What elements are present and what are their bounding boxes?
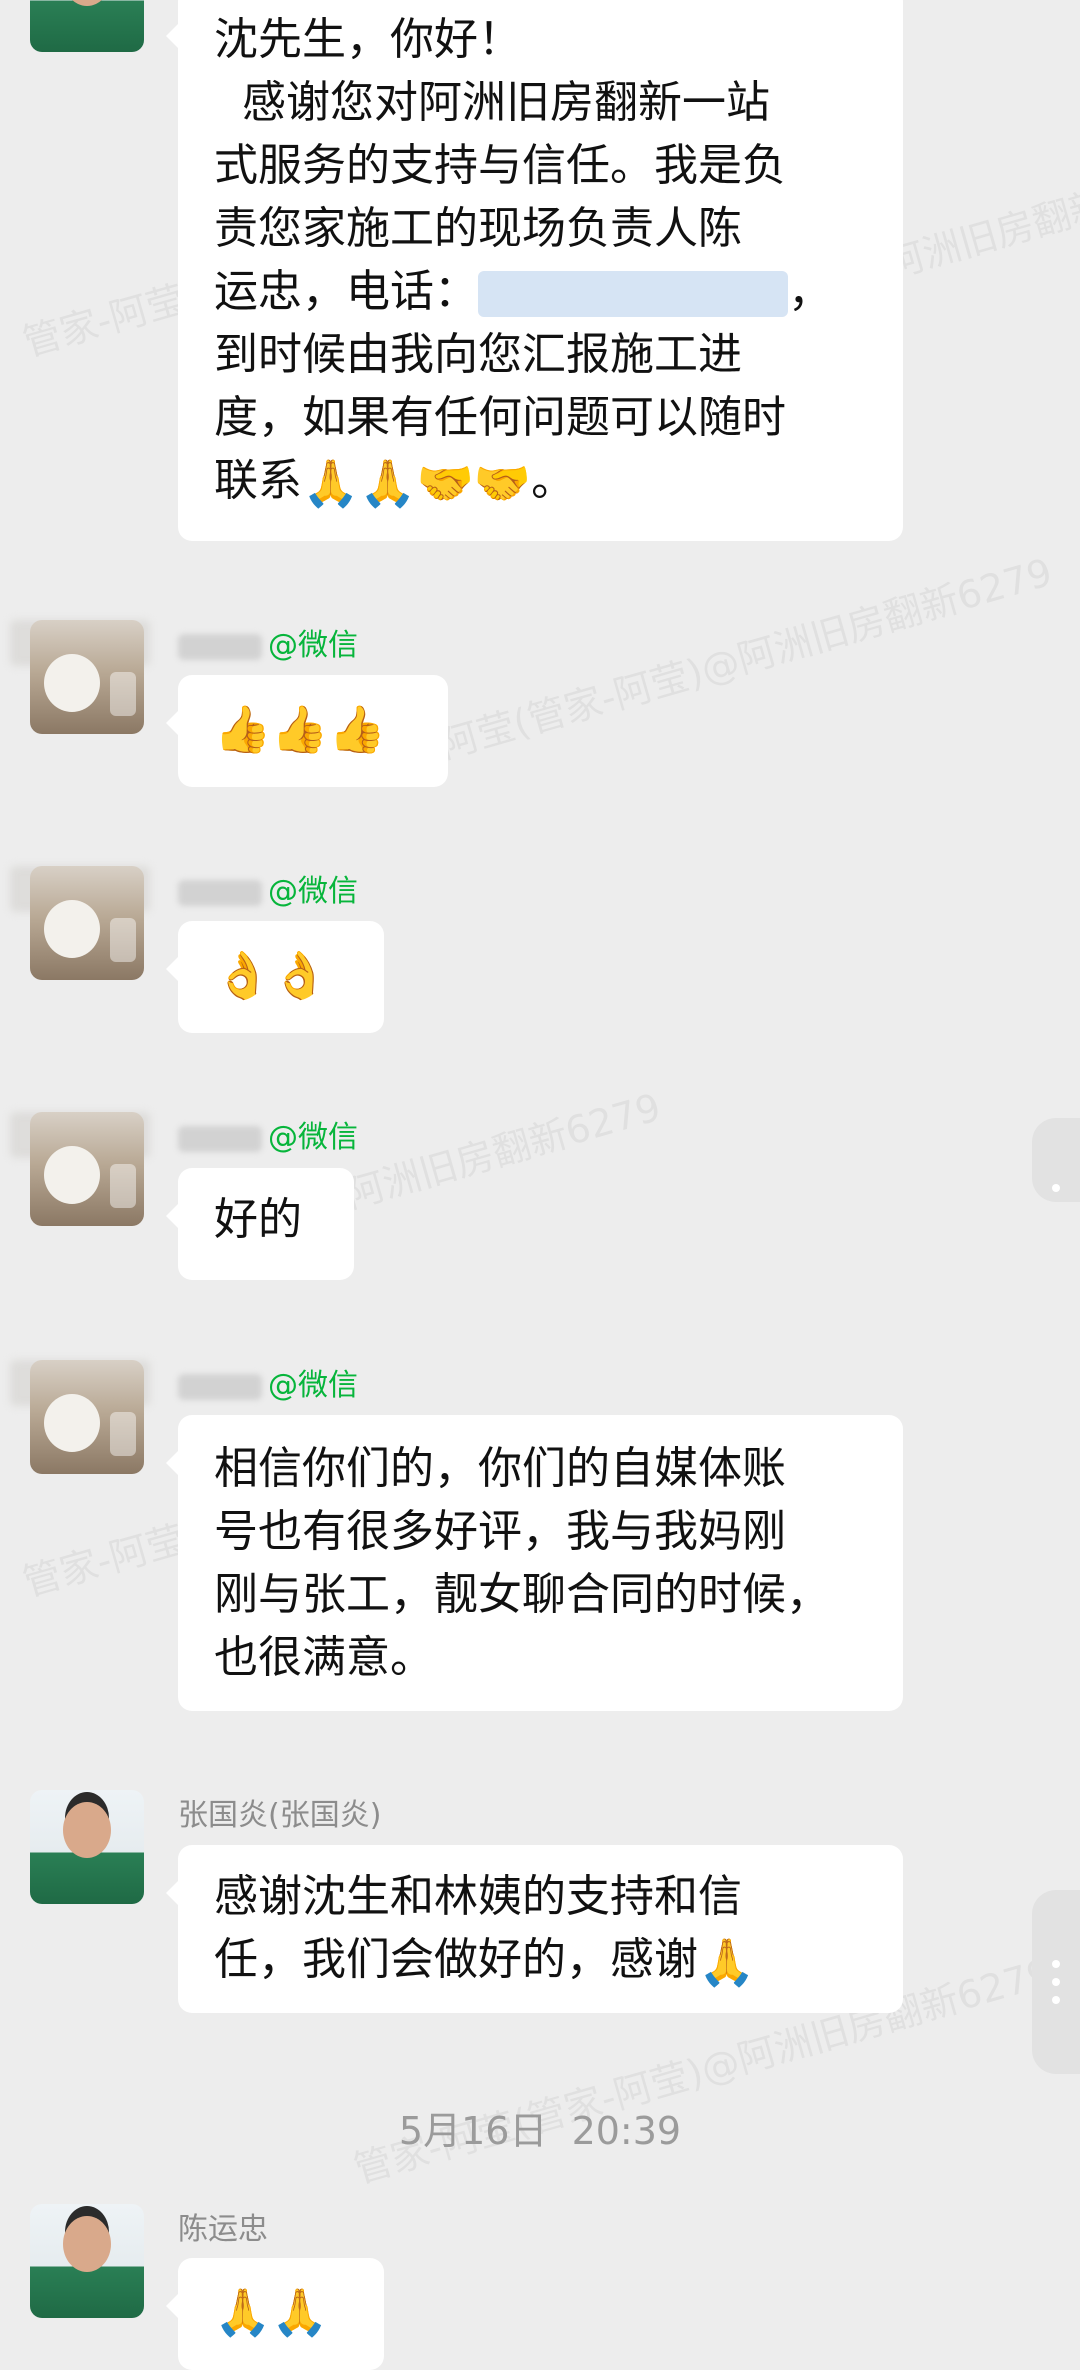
sender-suffix: @微信	[268, 874, 358, 909]
pray-icon: 🙏	[302, 456, 360, 510]
avatar[interactable]	[30, 620, 144, 734]
message-line: 号也有很多好评，我与我妈刚	[214, 1506, 786, 1557]
ok-hand-icon: 👌	[214, 948, 272, 1002]
sender-suffix: @微信	[268, 628, 358, 663]
sender-suffix: @微信	[268, 1368, 358, 1403]
message-line: 责您家施工的现场负责人陈	[214, 203, 742, 254]
side-handle[interactable]	[1032, 1890, 1080, 2074]
blurred-name	[178, 879, 262, 906]
ok-hand-icon: 👌	[271, 948, 329, 1002]
message-line: 度，如果有任何问题可以随时	[214, 392, 786, 443]
avatar[interactable]	[30, 2204, 144, 2318]
message-text: 运忠，电话：	[214, 266, 478, 317]
message-line: 刚与张工，靓女聊合同的时候，	[214, 1569, 830, 1620]
redacted-phone	[478, 271, 788, 317]
avatar[interactable]	[30, 0, 144, 52]
message-bubble[interactable]: 👌👌	[166, 921, 384, 1033]
message-line: 联系🙏🙏🤝🤝。	[214, 449, 867, 512]
blurred-name	[178, 633, 262, 660]
sender-name: 陈运忠	[178, 2212, 268, 2247]
sender-name: @微信	[178, 1360, 358, 1404]
pray-icon: 🙏	[698, 1935, 756, 1989]
message-text: ，	[788, 266, 832, 317]
blurred-name	[178, 1373, 262, 1400]
pray-icon: 🙏	[271, 2285, 329, 2339]
message-line: 也很满意。	[214, 1632, 434, 1683]
message-bubble[interactable]: 好的	[166, 1168, 354, 1280]
dot-icon	[1052, 1978, 1060, 1986]
watermark: 管家-阿莹	[18, 1516, 190, 1605]
thumbs-up-icon: 👍	[328, 702, 386, 756]
watermark: 阿洲旧房翻新6279	[341, 1084, 666, 1217]
message-text: 。	[531, 455, 576, 506]
message-bubble[interactable]: 感谢沈生和林姨的支持和信 任，我们会做好的，感谢🙏	[166, 1845, 903, 2013]
timestamp: 5月16日 20:39	[398, 2109, 682, 2153]
message-bubble[interactable]: 相信你们的，你们的自媒体账 号也有很多好评，我与我妈刚 刚与张工，靓女聊合同的时…	[166, 1415, 903, 1711]
avatar[interactable]	[30, 1790, 144, 1904]
avatar[interactable]	[30, 1360, 144, 1474]
dot-icon	[1052, 1996, 1060, 2004]
watermark: 管家-阿莹(管家-阿莹)@阿洲旧房翻新6279	[348, 549, 1057, 792]
message-bubble[interactable]: 👍👍👍	[166, 675, 448, 787]
handshake-icon: 🤝	[473, 456, 532, 510]
sender-name: @微信	[178, 866, 358, 910]
watermark: 阿洲旧房翻新6279	[881, 154, 1080, 287]
message-line: 沈先生，你好！	[214, 14, 522, 65]
thumbs-up-icon: 👍	[271, 702, 329, 756]
message-line: 感谢沈生和林姨的支持和信	[214, 1871, 742, 1922]
thumbs-up-icon: 👍	[214, 702, 272, 756]
dot-icon	[1052, 1184, 1060, 1192]
message-line: 运忠，电话： ，	[214, 260, 867, 323]
sender-name: @微信	[178, 620, 358, 664]
message-line: 到时候由我向您汇报施工进	[214, 329, 742, 380]
sender-name: @微信	[178, 1112, 358, 1156]
message-line: 相信你们的，你们的自媒体账	[214, 1443, 786, 1494]
message-bubble[interactable]: 沈先生，你好！ 感谢您对阿洲旧房翻新一站 式服务的支持与信任。我是负 责您家施工…	[166, 0, 903, 541]
sender-suffix: @微信	[268, 1120, 358, 1155]
message-line: 感谢您对阿洲旧房翻新一站	[214, 77, 770, 128]
message-line: 任，我们会做好的，感谢🙏	[214, 1928, 867, 1991]
dot-icon	[1052, 1960, 1060, 1968]
watermark: 管家-阿莹	[18, 276, 190, 365]
side-handle[interactable]	[1032, 1118, 1080, 1202]
pray-icon: 🙏	[359, 456, 417, 510]
sender-name: 张国炎(张国炎)	[178, 1798, 382, 1833]
message-text: 任，我们会做好的，感谢	[214, 1934, 698, 1985]
message-text: 好的	[214, 1194, 302, 1245]
blurred-name	[178, 1125, 262, 1152]
message-bubble[interactable]: 🙏🙏	[166, 2258, 384, 2370]
pray-icon: 🙏	[214, 2285, 272, 2339]
message-text: 联系	[214, 455, 302, 506]
message-line: 式服务的支持与信任。我是负	[214, 140, 786, 191]
avatar[interactable]	[30, 866, 144, 980]
handshake-icon: 🤝	[416, 456, 474, 510]
avatar[interactable]	[30, 1112, 144, 1226]
